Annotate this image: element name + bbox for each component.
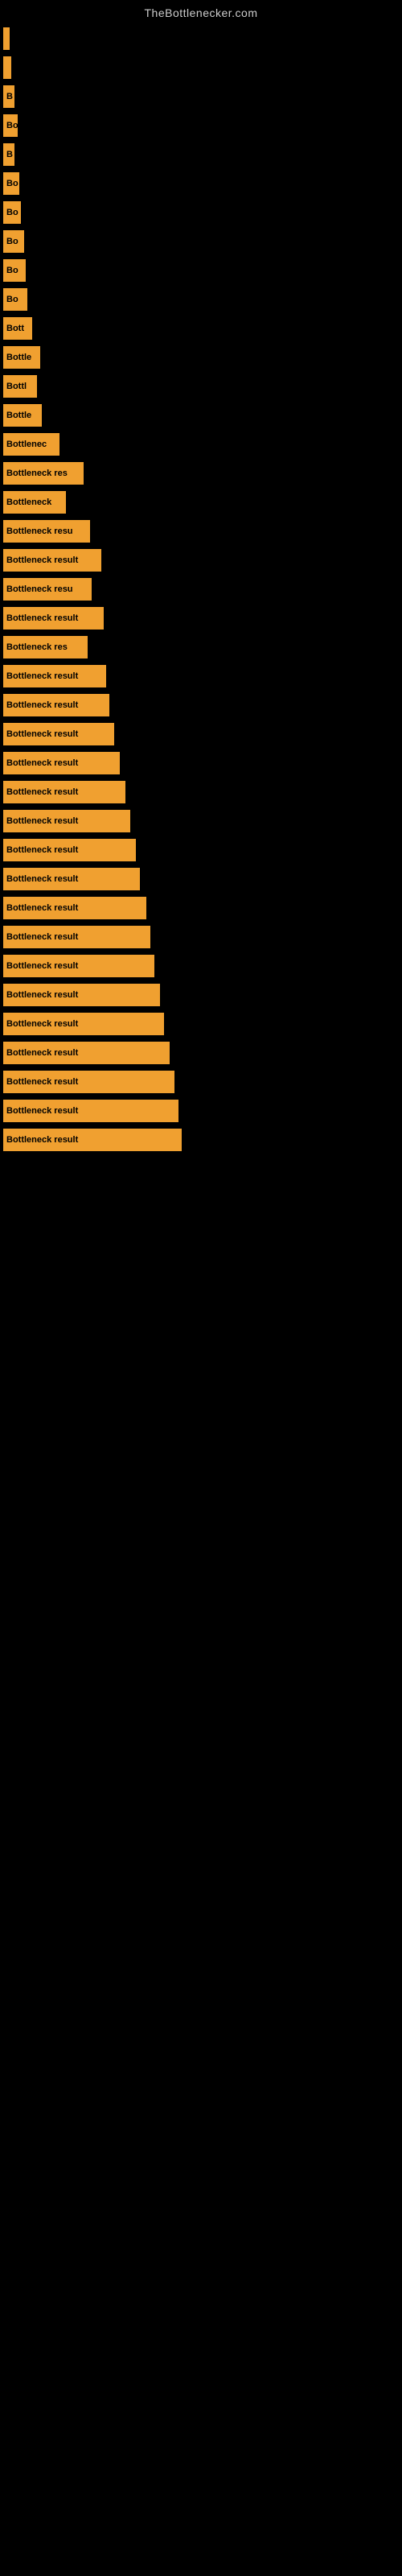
bar-row-17: Bottleneck resu bbox=[0, 515, 402, 544]
bar-16: Bottleneck bbox=[3, 491, 66, 514]
bar-row-21: Bottleneck res bbox=[0, 631, 402, 660]
bar-19: Bottleneck resu bbox=[3, 578, 92, 601]
bar-row-7: Bo bbox=[0, 225, 402, 254]
bar-2: B bbox=[3, 85, 14, 108]
bar-row-26: Bottleneck result bbox=[0, 776, 402, 805]
bar-row-29: Bottleneck result bbox=[0, 863, 402, 892]
bar-38: Bottleneck result bbox=[3, 1129, 182, 1151]
bar-row-18: Bottleneck result bbox=[0, 544, 402, 573]
bar-row-30: Bottleneck result bbox=[0, 892, 402, 921]
bar-20: Bottleneck result bbox=[3, 607, 104, 630]
bar-10: Bott bbox=[3, 317, 32, 340]
bar-row-19: Bottleneck resu bbox=[0, 573, 402, 602]
bar-30: Bottleneck result bbox=[3, 897, 146, 919]
bar-row-10: Bott bbox=[0, 312, 402, 341]
bar-13: Bottle bbox=[3, 404, 42, 427]
bar-row-14: Bottlenec bbox=[0, 428, 402, 457]
bar-row-1 bbox=[0, 52, 402, 80]
bar-36: Bottleneck result bbox=[3, 1071, 174, 1093]
bar-row-8: Bo bbox=[0, 254, 402, 283]
bars-container: B Bo B Bo Bo Bo Bo Bo Bott Bottle Bottl Bottle Bottl… bbox=[0, 23, 402, 1153]
bar-11: Bottle bbox=[3, 346, 40, 369]
bar-row-12: Bottl bbox=[0, 370, 402, 399]
bar-row-3: Bo bbox=[0, 109, 402, 138]
bar-1 bbox=[3, 56, 11, 79]
bar-23: Bottleneck result bbox=[3, 694, 109, 716]
bar-22: Bottleneck result bbox=[3, 665, 106, 687]
bar-37: Bottleneck result bbox=[3, 1100, 178, 1122]
bar-row-35: Bottleneck result bbox=[0, 1037, 402, 1066]
bar-6: Bo bbox=[3, 201, 21, 224]
bar-4: B bbox=[3, 143, 14, 166]
bar-row-0 bbox=[0, 23, 402, 52]
bar-row-2: B bbox=[0, 80, 402, 109]
bar-row-25: Bottleneck result bbox=[0, 747, 402, 776]
bar-27: Bottleneck result bbox=[3, 810, 130, 832]
bar-24: Bottleneck result bbox=[3, 723, 114, 745]
site-title: TheBottlenecker.com bbox=[0, 0, 402, 23]
bar-3: Bo bbox=[3, 114, 18, 137]
bar-21: Bottleneck res bbox=[3, 636, 88, 658]
bar-row-16: Bottleneck bbox=[0, 486, 402, 515]
bar-row-37: Bottleneck result bbox=[0, 1095, 402, 1124]
bar-7: Bo bbox=[3, 230, 24, 253]
bar-row-36: Bottleneck result bbox=[0, 1066, 402, 1095]
bar-8: Bo bbox=[3, 259, 26, 282]
bar-row-27: Bottleneck result bbox=[0, 805, 402, 834]
bar-row-20: Bottleneck result bbox=[0, 602, 402, 631]
bar-29: Bottleneck result bbox=[3, 868, 140, 890]
bar-12: Bottl bbox=[3, 375, 37, 398]
bar-25: Bottleneck result bbox=[3, 752, 120, 774]
bar-31: Bottleneck result bbox=[3, 926, 150, 948]
bar-row-9: Bo bbox=[0, 283, 402, 312]
bar-row-23: Bottleneck result bbox=[0, 689, 402, 718]
bar-32: Bottleneck result bbox=[3, 955, 154, 977]
bar-5: Bo bbox=[3, 172, 19, 195]
bar-row-34: Bottleneck result bbox=[0, 1008, 402, 1037]
bar-row-5: Bo bbox=[0, 167, 402, 196]
bar-row-13: Bottle bbox=[0, 399, 402, 428]
bar-row-38: Bottleneck result bbox=[0, 1124, 402, 1153]
bar-row-31: Bottleneck result bbox=[0, 921, 402, 950]
bar-row-11: Bottle bbox=[0, 341, 402, 370]
bar-row-33: Bottleneck result bbox=[0, 979, 402, 1008]
bar-14: Bottlenec bbox=[3, 433, 59, 456]
bar-33: Bottleneck result bbox=[3, 984, 160, 1006]
bar-26: Bottleneck result bbox=[3, 781, 125, 803]
bar-15: Bottleneck res bbox=[3, 462, 84, 485]
bar-28: Bottleneck result bbox=[3, 839, 136, 861]
bar-0 bbox=[3, 27, 10, 50]
bar-18: Bottleneck result bbox=[3, 549, 101, 572]
bar-row-24: Bottleneck result bbox=[0, 718, 402, 747]
bar-row-6: Bo bbox=[0, 196, 402, 225]
bar-row-15: Bottleneck res bbox=[0, 457, 402, 486]
bar-row-4: B bbox=[0, 138, 402, 167]
bar-row-22: Bottleneck result bbox=[0, 660, 402, 689]
bar-35: Bottleneck result bbox=[3, 1042, 170, 1064]
bar-17: Bottleneck resu bbox=[3, 520, 90, 543]
bar-row-32: Bottleneck result bbox=[0, 950, 402, 979]
bar-9: Bo bbox=[3, 288, 27, 311]
bar-34: Bottleneck result bbox=[3, 1013, 164, 1035]
bar-row-28: Bottleneck result bbox=[0, 834, 402, 863]
